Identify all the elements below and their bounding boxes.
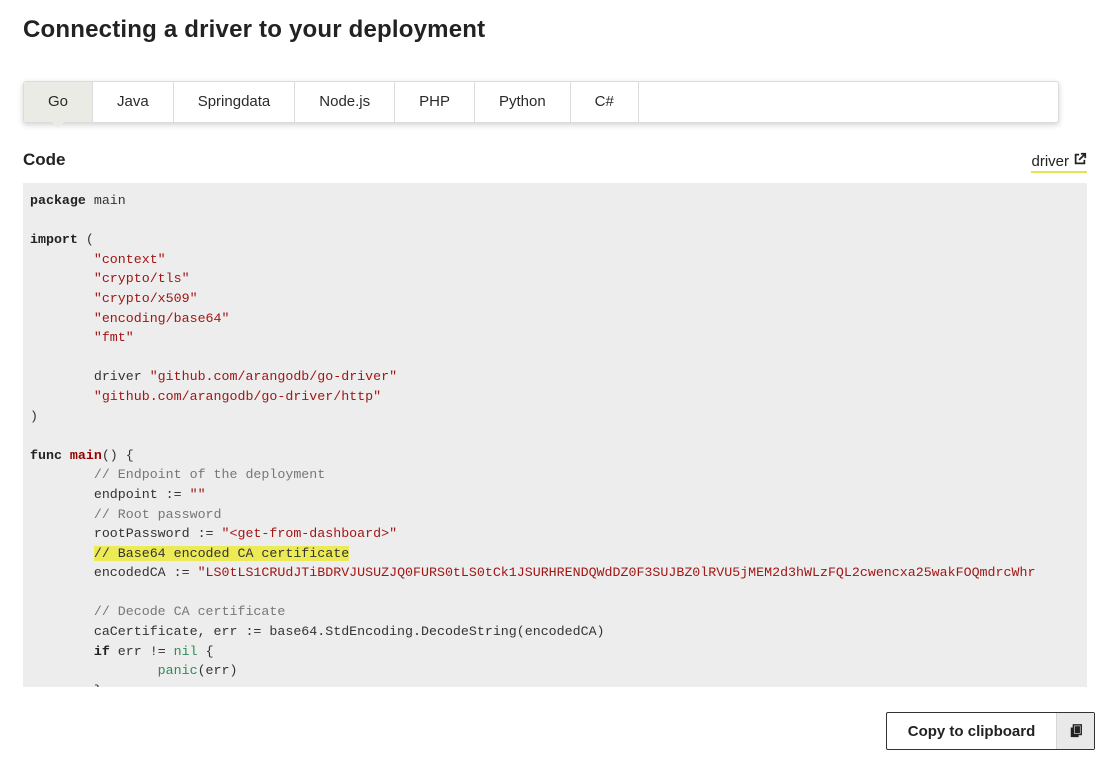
code-string: "context" [93, 251, 166, 267]
tab-php[interactable]: PHP [395, 82, 475, 122]
code-text: caCertificate, err := base64.StdEncoding… [93, 624, 605, 640]
code-comment: // Endpoint of the deployment [93, 467, 326, 483]
copy-button-label: Copy to clipboard [907, 722, 1036, 740]
code-string: "LS0tLS1CRUdJTiBDRVJUSUZJQ0FURS0tLS0tCk1… [197, 565, 1036, 581]
code-function-name: main [69, 447, 102, 463]
code-text: ( [77, 232, 94, 248]
code-keyword: package [30, 193, 86, 208]
code-highlighted-comment: // Base64 encoded CA certificate [93, 545, 350, 561]
code-string: "github.com/arangodb/go-driver" [149, 369, 398, 385]
code-text: ) [30, 408, 38, 424]
language-tabs: Go Java Springdata Node.js PHP Python C# [23, 81, 1059, 128]
driver-link[interactable]: driver [1031, 152, 1087, 173]
code-heading: Code [23, 150, 66, 169]
code-text: driver [93, 369, 150, 385]
tab-go[interactable]: Go [24, 82, 94, 128]
code-string: "github.com/arangodb/go-driver/http" [93, 388, 382, 404]
page-title: Connecting a driver to your deployment [23, 16, 486, 43]
code-text: endpoint := [93, 486, 190, 502]
code-text: { [197, 643, 214, 659]
code-keyword: if [93, 643, 110, 659]
code-text: err != [109, 643, 174, 659]
code-string: "crypto/x509" [93, 290, 198, 306]
code-text: main [85, 193, 126, 208]
tab-csharp[interactable]: C# [571, 82, 639, 122]
code-text: () { [101, 447, 134, 463]
code-string: "crypto/tls" [93, 271, 190, 287]
code-text: } [94, 683, 102, 687]
code-comment: // Root password [93, 506, 222, 522]
tab-python[interactable]: Python [475, 82, 571, 122]
code-builtin: panic [157, 663, 198, 679]
driver-link-label: driver [1031, 152, 1069, 170]
tab-springdata[interactable]: Springdata [174, 82, 296, 122]
code-string: "<get-from-dashboard>" [221, 526, 398, 542]
tab-nodejs[interactable]: Node.js [295, 82, 396, 122]
code-block[interactable]: package main import ( "context" "crypto/… [23, 183, 1087, 687]
code-text: encodedCA := [93, 565, 198, 581]
code-string: "encoding/base64" [93, 310, 230, 326]
copy-to-clipboard-button[interactable]: Copy to clipboard [886, 712, 1095, 750]
clipboard-icon [1056, 713, 1094, 749]
code-text: (err) [197, 663, 238, 679]
code-comment: // Decode CA certificate [93, 604, 286, 620]
code-keyword: import [30, 232, 78, 248]
tab-java[interactable]: Java [93, 82, 174, 122]
code-string: "fmt" [93, 330, 134, 346]
code-text: rootPassword := [93, 526, 222, 542]
external-link-icon [1073, 152, 1087, 170]
code-string: "" [189, 486, 206, 502]
code-nil: nil [173, 643, 198, 659]
code-keyword: func [30, 447, 62, 463]
